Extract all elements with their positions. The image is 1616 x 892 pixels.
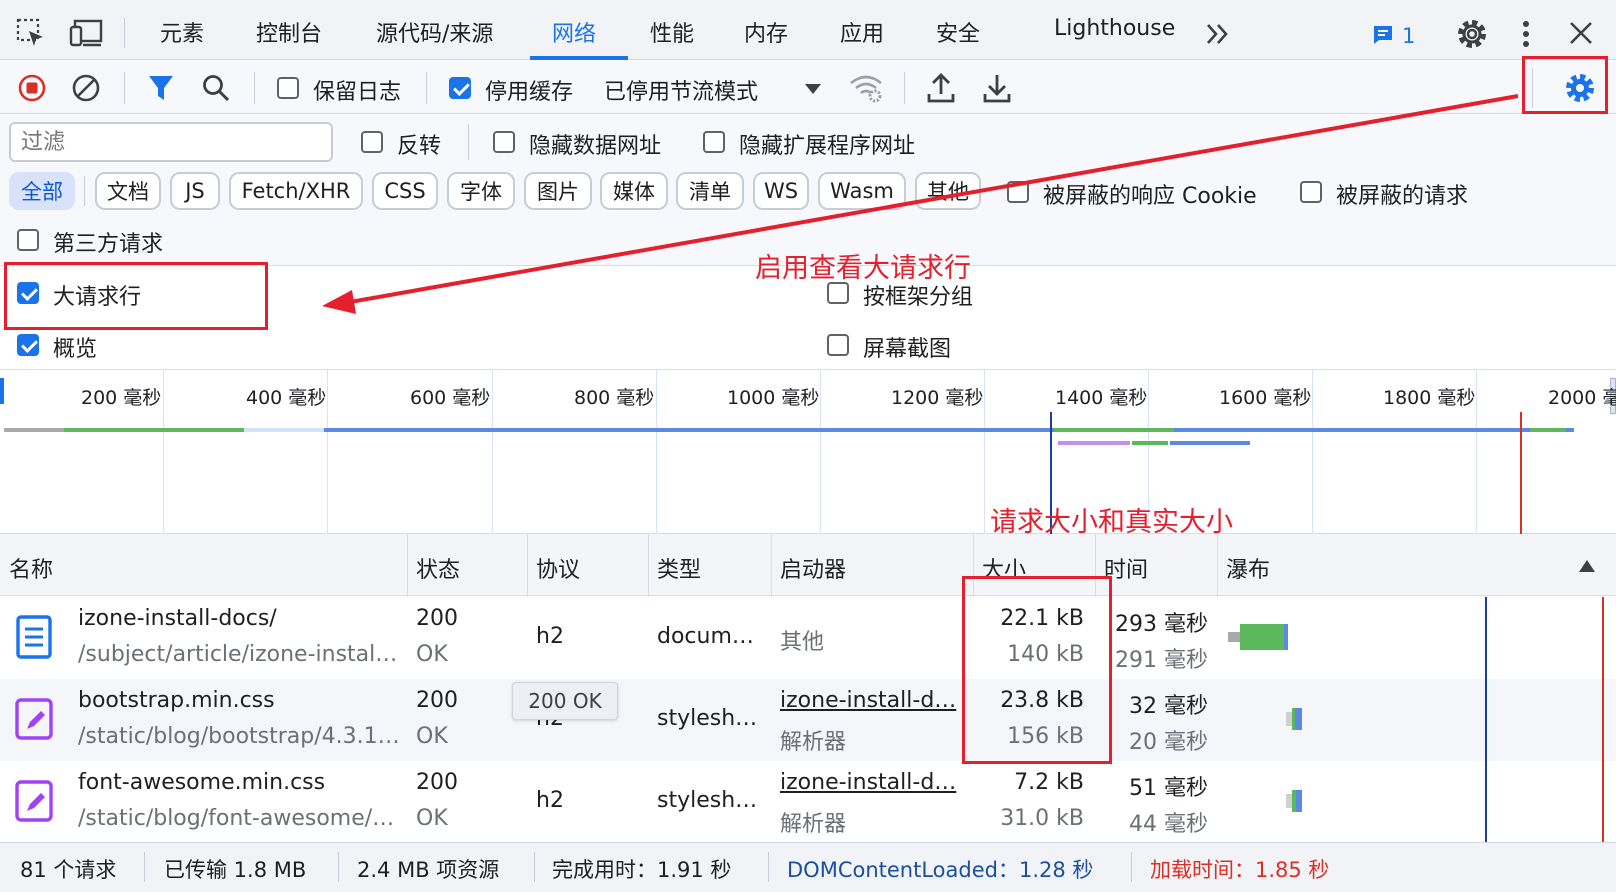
annotation-arrow: [322, 94, 1519, 314]
annotation-size-note: 请求大小和真实大小: [990, 507, 1233, 538]
annotation-size-highlight: [962, 576, 1112, 764]
